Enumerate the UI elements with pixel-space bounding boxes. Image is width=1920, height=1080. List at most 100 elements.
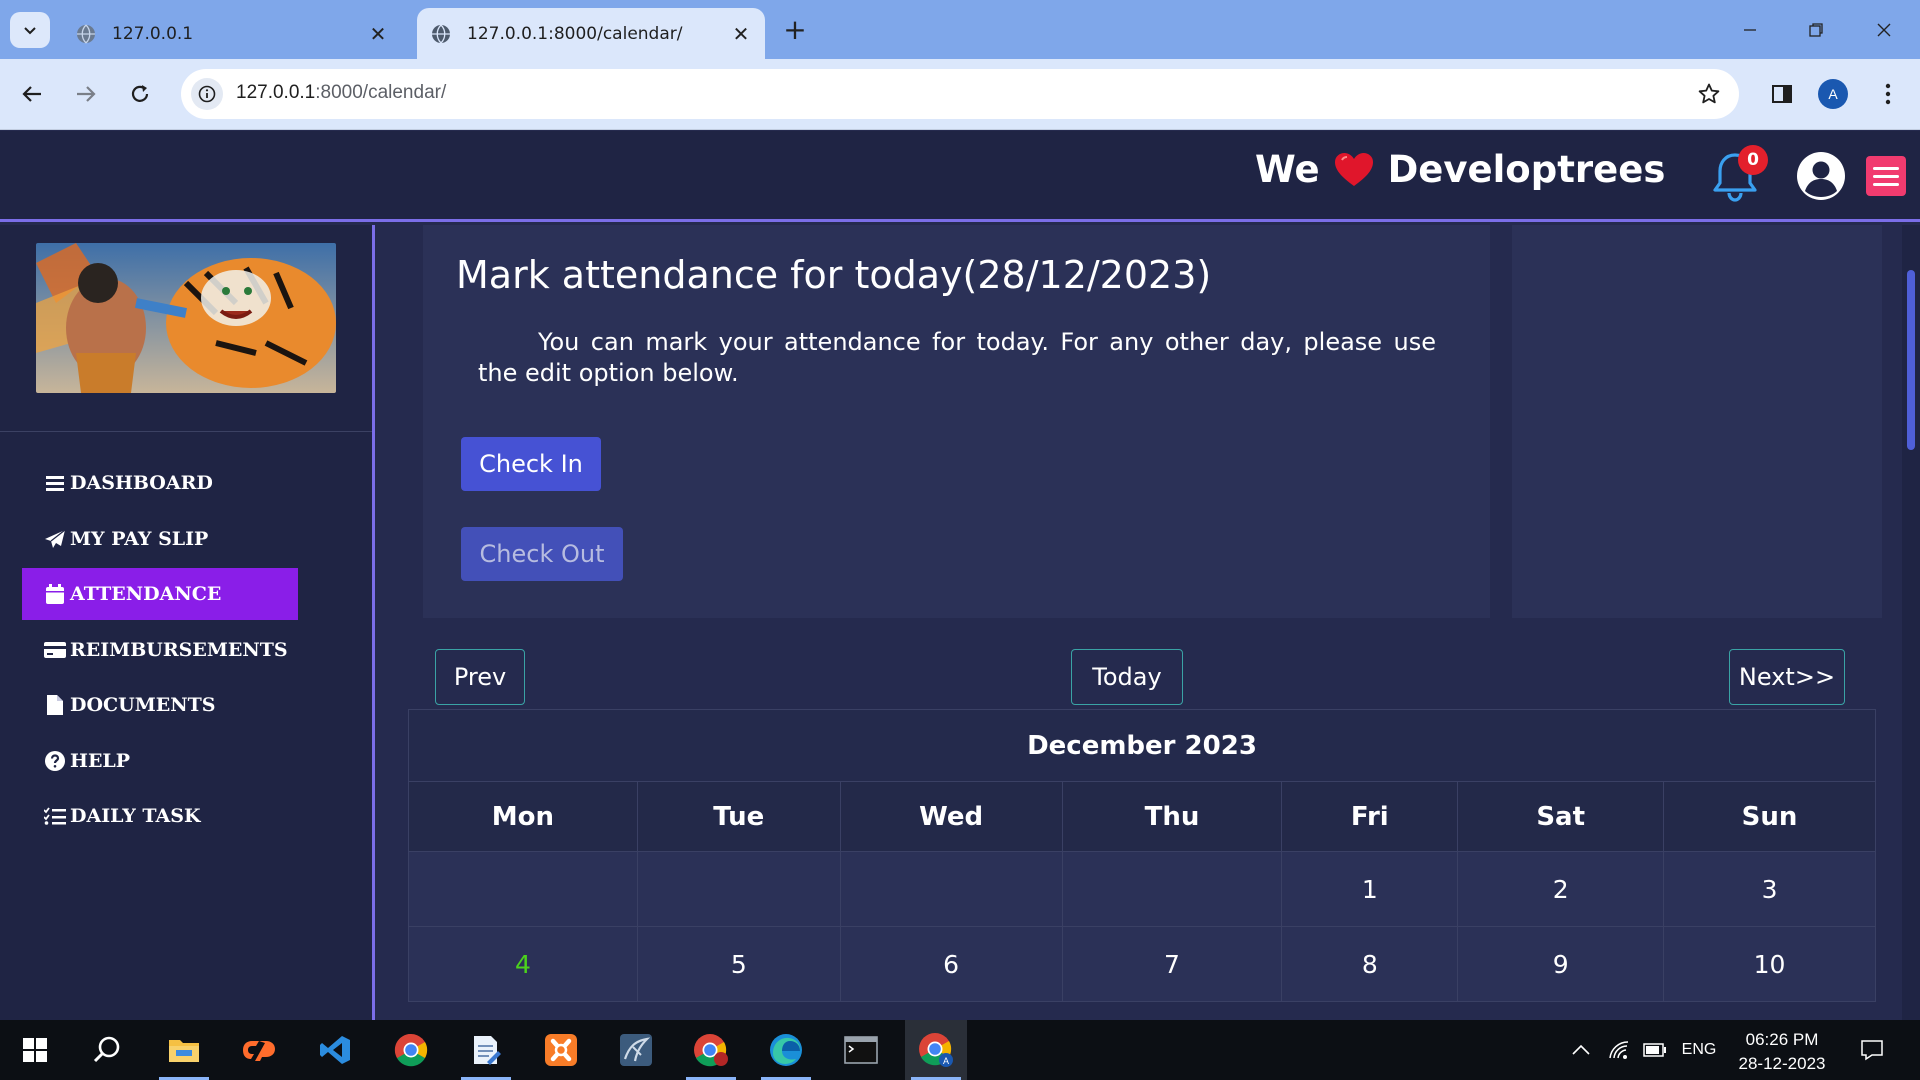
check-in-button[interactable]: Check In [461,437,601,491]
edge-icon[interactable] [755,1020,817,1080]
xampp-icon[interactable] [530,1020,592,1080]
page-scrollbar[interactable] [1902,225,1920,1020]
close-icon[interactable]: ✕ [364,20,392,48]
main-content: Mark attendance for today(28/12/2023) Yo… [378,225,1920,1020]
chrome-icon[interactable] [380,1020,442,1080]
close-window-button[interactable] [1854,10,1914,50]
sidebar: DASHBOARD MY PAY SLIP ATTENDANCE REIMBUR… [0,225,375,1020]
calendar-day-cell[interactable]: 9 [1457,926,1665,1002]
calendar-month-title: December 2023 [408,709,1876,782]
sidebar-divider [0,431,372,432]
brand-title: We Developtrees [1255,148,1665,191]
sidebar-item-daily-task[interactable]: DAILY TASK [22,790,298,842]
calendar-day-cell[interactable]: 6 [839,926,1063,1002]
calendar-day-cell-highlighted[interactable]: 4 [408,926,638,1002]
minimize-button[interactable] [1720,10,1780,50]
wifi-icon[interactable] [1604,1020,1634,1080]
calendar-day-cell[interactable] [839,851,1063,927]
attendance-description: You can mark your attendance for today. … [478,328,1436,387]
url-text: 127.0.0.1:8000/calendar/ [236,82,446,104]
restore-icon [1809,23,1823,37]
arrow-left-icon [22,86,41,102]
chevron-up-icon[interactable] [1566,1020,1596,1080]
prev-month-button[interactable]: Prev [435,649,525,705]
question-circle-icon [44,750,66,771]
weekday-label: Fri [1281,781,1459,852]
today-button[interactable]: Today [1071,649,1183,705]
brand-right-text: Developtrees [1387,148,1666,191]
search-icon[interactable] [76,1020,138,1080]
system-clock[interactable]: 06:26 PM 28-12-2023 [1720,1028,1844,1076]
site-info-icon[interactable] [191,78,223,110]
calendar-day-cell[interactable]: 3 [1663,851,1876,927]
calendar-day-cell[interactable]: 8 [1281,926,1459,1002]
sidebar-item-dashboard[interactable]: DASHBOARD [22,457,298,509]
reload-button[interactable] [122,76,158,112]
browser-toolbar: 127.0.0.1:8000/calendar/ A [0,59,1920,130]
brand-left-text: We [1255,148,1320,191]
calendar-day-cell[interactable]: 7 [1061,926,1283,1002]
check-out-button[interactable]: Check Out [461,527,623,581]
calendar-day-cell[interactable] [408,851,638,927]
notepad-icon[interactable] [455,1020,517,1080]
forward-button[interactable] [68,76,104,112]
sidebar-item-label: HELP [70,749,131,772]
minimize-icon [1744,29,1756,31]
side-info-card [1512,225,1882,618]
sidebar-item-reimbursements[interactable]: REIMBURSEMENTS [22,624,298,676]
browser-tab-1[interactable]: 127.0.0.1 ✕ [62,8,402,59]
profile-avatar[interactable]: A [1818,79,1848,109]
hamburger-menu-button[interactable] [1866,156,1906,196]
chrome-active-icon[interactable]: A [905,1020,967,1080]
sidebar-item-attendance[interactable]: ATTENDANCE [22,568,298,620]
bookmark-star-icon[interactable] [1695,80,1723,108]
svg-text:A: A [943,1056,949,1066]
cpanel-icon[interactable] [228,1020,290,1080]
browser-tab-strip: 127.0.0.1 ✕ 127.0.0.1:8000/calendar/ ✕ + [0,0,1920,59]
calendar-day-cell[interactable]: 10 [1663,926,1876,1002]
mysql-workbench-icon[interactable] [605,1020,667,1080]
app-header: We Developtrees 0 [0,131,1920,222]
chrome-profile-icon[interactable] [680,1020,742,1080]
side-panel-icon [1772,85,1792,103]
sidebar-item-documents[interactable]: DOCUMENTS [22,679,298,731]
weekday-label: Wed [839,781,1063,852]
browser-menu-button[interactable] [1870,76,1906,112]
terminal-icon[interactable] [830,1020,892,1080]
notification-center-icon[interactable] [1852,1020,1892,1080]
sidebar-item-help[interactable]: HELP [22,735,298,787]
attendance-card: Mark attendance for today(28/12/2023) Yo… [423,225,1490,618]
windows-start-icon[interactable] [4,1020,66,1080]
battery-icon[interactable] [1640,1020,1670,1080]
vscode-icon[interactable] [304,1020,366,1080]
menu-line [1873,182,1899,186]
new-tab-button[interactable]: + [780,13,810,46]
tab-search-button[interactable] [10,12,50,48]
calendar-day-cell[interactable] [1061,851,1283,927]
restore-button[interactable] [1786,10,1846,50]
language-indicator[interactable]: ENG [1676,1020,1722,1080]
next-month-button[interactable]: Next>> [1729,649,1845,705]
browser-tab-2[interactable]: 127.0.0.1:8000/calendar/ ✕ [417,8,765,59]
company-logo-image [36,243,336,393]
attendance-title: Mark attendance for today(28/12/2023) [456,253,1212,297]
close-icon[interactable]: ✕ [727,20,755,48]
weekday-label: Thu [1061,781,1283,852]
back-button[interactable] [14,76,50,112]
sidebar-item-my-pay-slip[interactable]: MY PAY SLIP [22,513,298,565]
calendar-day-cell[interactable]: 2 [1457,851,1665,927]
notification-count-badge: 0 [1738,145,1768,175]
file-explorer-icon[interactable] [153,1020,215,1080]
address-bar[interactable]: 127.0.0.1:8000/calendar/ [181,69,1739,119]
sidebar-item-label: DASHBOARD [70,472,213,494]
calendar-day-cell[interactable]: 5 [636,926,841,1002]
calendar-day-cell[interactable] [636,851,841,927]
weekday-label: Mon [408,781,638,852]
tab-title: 127.0.0.1:8000/calendar/ [467,23,683,44]
more-vertical-icon [1885,83,1891,105]
scrollbar-thumb[interactable] [1907,270,1915,450]
calendar-day-cell[interactable]: 1 [1281,851,1459,927]
side-panel-button[interactable] [1764,76,1800,112]
clock-date: 28-12-2023 [1738,1054,1826,1073]
user-account-icon[interactable] [1796,151,1846,201]
